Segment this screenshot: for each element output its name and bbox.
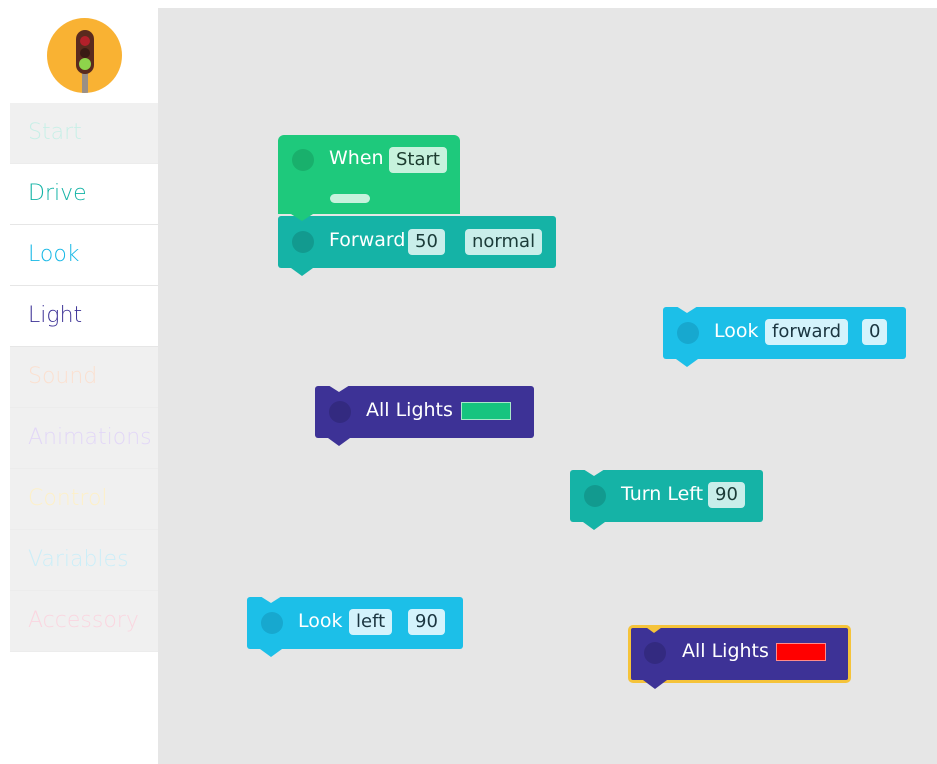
event-field[interactable]: Start [389,147,447,173]
category-drive[interactable]: Drive [10,164,158,225]
angle-field[interactable]: 90 [408,609,445,635]
category-control[interactable]: Control [10,469,158,530]
connector-tab [676,359,698,367]
block-handle-icon [584,485,606,507]
category-look[interactable]: Look [10,225,158,286]
angle-field[interactable]: 0 [862,319,888,345]
logo-area [10,8,158,103]
look-label: Look [714,320,759,342]
block-handle-icon [261,612,283,634]
category-variables[interactable]: Variables [10,530,158,591]
direction-field[interactable]: forward [765,319,849,345]
block-handle-icon [292,231,314,253]
collapse-pill-icon[interactable] [330,194,370,203]
connector-notch [583,469,605,476]
block-handle-icon [644,642,666,664]
connector-tab [291,268,313,276]
block-handle-icon [677,322,699,344]
look-label: Look [298,610,343,632]
connector-tab [583,522,605,530]
connector-tab [643,680,667,689]
connector-tab [260,649,282,657]
distance-field[interactable]: 50 [408,229,445,255]
category-accessory[interactable]: Accessory [10,591,158,652]
connector-notch [260,596,282,603]
category-start[interactable]: Start [10,103,158,164]
category-sidebar: Start Drive Look Light Sound Animations … [10,8,158,764]
connector-notch [643,625,665,633]
all-lights-label: All Lights [366,399,453,421]
connector-tab [328,438,350,446]
when-label: When [329,147,384,169]
angle-field[interactable]: 90 [708,482,745,508]
traffic-light-icon[interactable] [47,18,122,93]
block-handle-icon [329,401,351,423]
turn-left-label: Turn Left [621,483,704,505]
all-lights-label: All Lights [682,640,769,662]
block-workspace[interactable]: When Start Forward 50 normal Look forwar… [158,8,937,764]
block-handle-icon [292,149,314,171]
connector-notch [328,385,350,392]
direction-field[interactable]: left [349,609,393,635]
category-sound[interactable]: Sound [10,347,158,408]
color-swatch-green[interactable] [461,402,511,420]
left-edge [0,8,10,764]
connector-notch [291,214,313,221]
category-light[interactable]: Light [10,286,158,347]
color-swatch-red[interactable] [776,643,826,661]
category-list: Start Drive Look Light Sound Animations … [10,103,158,652]
connector-notch [676,306,698,313]
category-animations[interactable]: Animations [10,408,158,469]
speed-field[interactable]: normal [465,229,543,255]
forward-label: Forward [329,229,406,251]
